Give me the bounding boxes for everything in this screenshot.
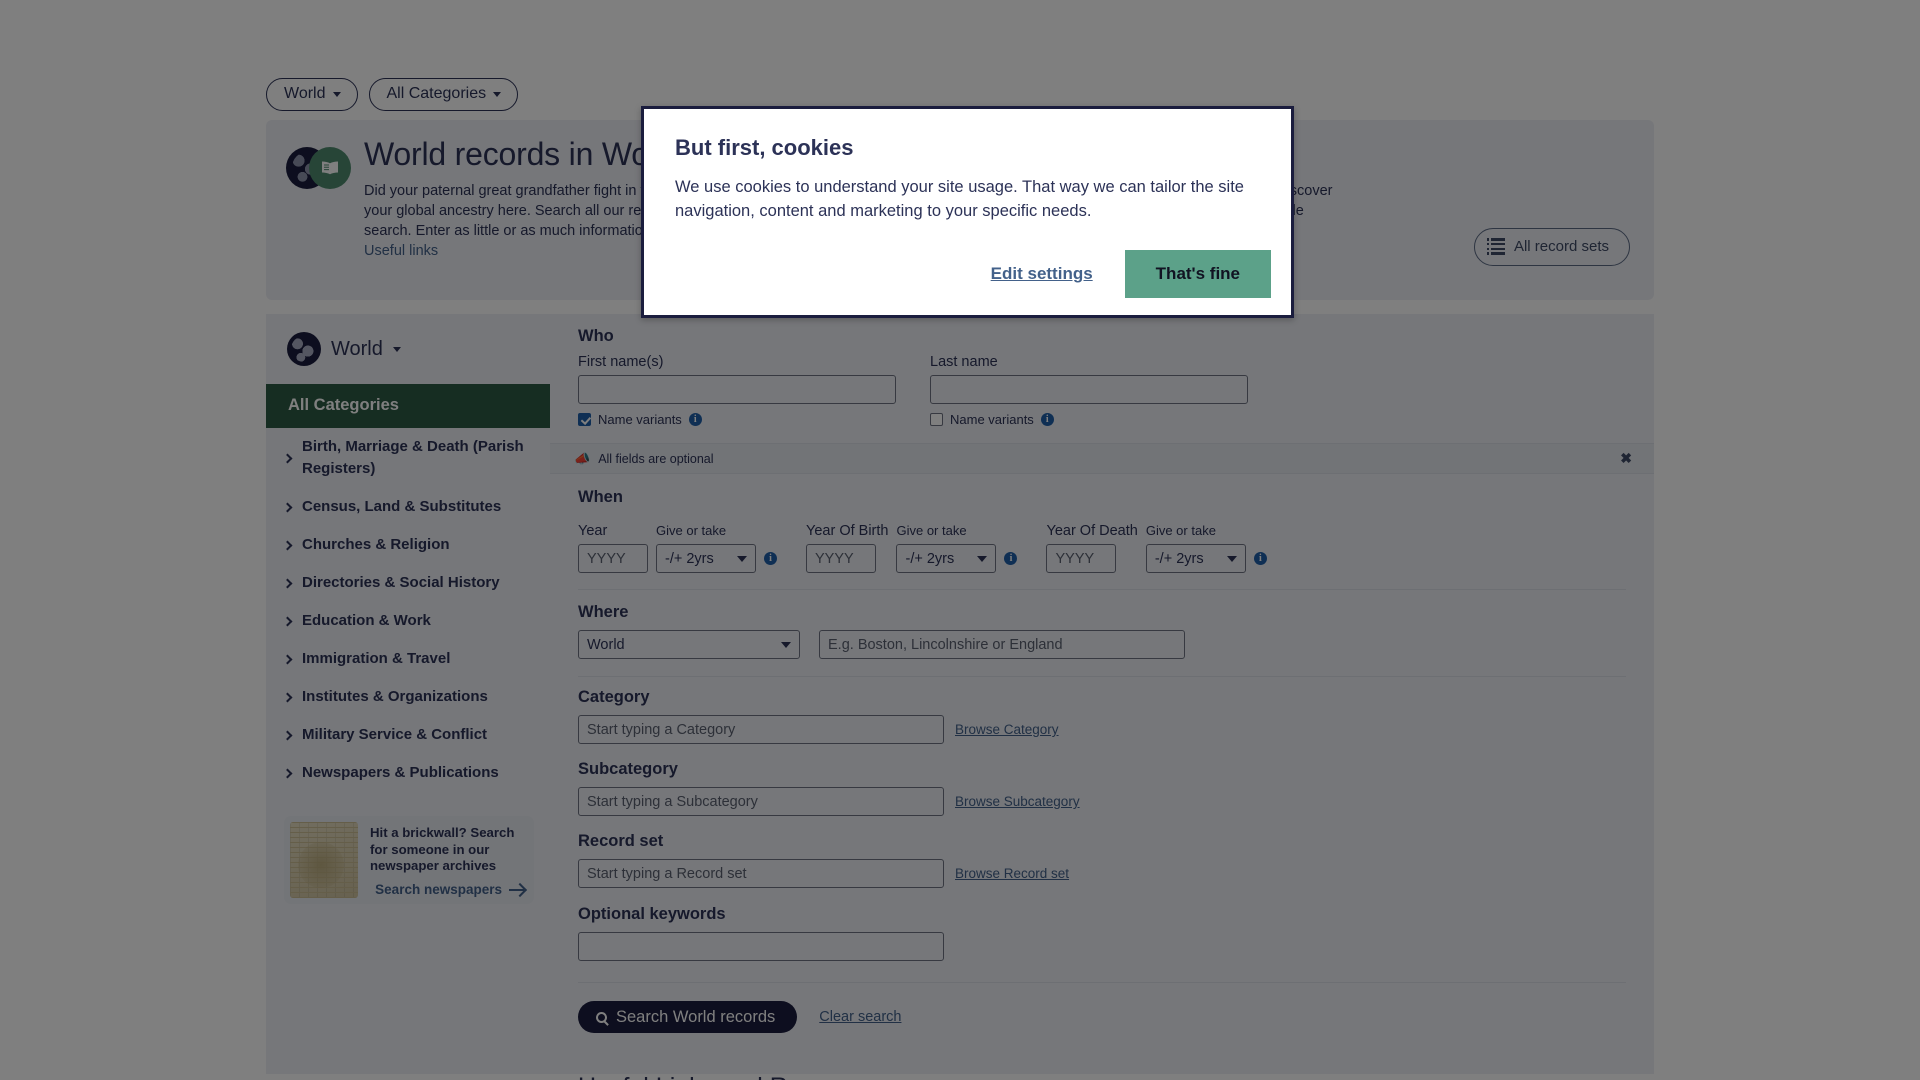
cookie-dialog-title: But first, cookies [675, 135, 854, 160]
accept-cookies-button[interactable]: That's fine [1124, 250, 1271, 298]
cookie-dialog-actions: Edit settings That's fine [991, 250, 1271, 298]
cookie-dialog-body: We use cookies to understand your site u… [675, 178, 1244, 220]
edit-settings-button[interactable]: Edit settings [991, 264, 1093, 284]
cookie-consent-dialog: But first, cookies We use cookies to und… [641, 106, 1294, 318]
page-root: World All Categories [0, 0, 1920, 1080]
